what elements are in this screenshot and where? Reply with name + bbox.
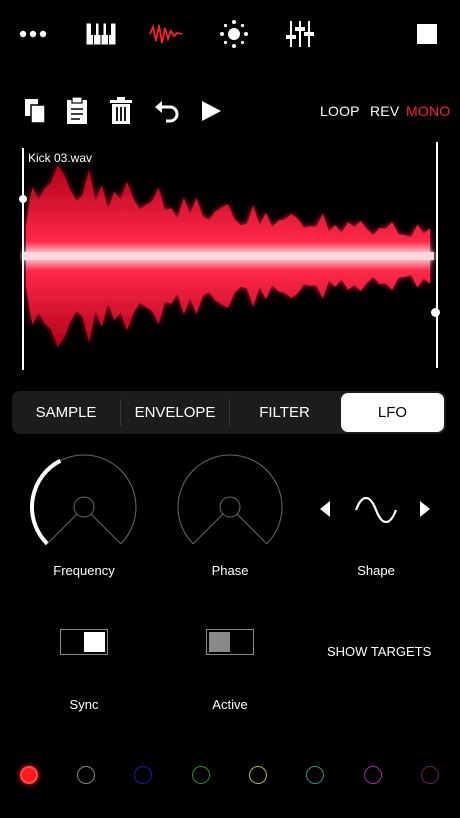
waveform-core bbox=[22, 252, 434, 260]
sync-label: Sync bbox=[69, 697, 99, 712]
color-swatch[interactable] bbox=[20, 766, 38, 784]
knob-center bbox=[73, 496, 95, 518]
knob-track bbox=[177, 454, 283, 545]
play-icon[interactable] bbox=[198, 96, 224, 126]
tab-sample[interactable]: SAMPLE bbox=[12, 391, 120, 434]
active-toggle-knob bbox=[209, 632, 230, 652]
knob-value-arc bbox=[29, 458, 62, 546]
color-swatch[interactable] bbox=[421, 766, 439, 784]
stop-icon[interactable] bbox=[414, 18, 440, 50]
knob-max-line bbox=[90, 513, 122, 545]
active-label: Active bbox=[212, 697, 248, 712]
tab-filter[interactable]: FILTER bbox=[230, 391, 339, 434]
color-swatch[interactable] bbox=[77, 766, 95, 784]
color-swatch[interactable] bbox=[249, 766, 267, 784]
active-toggle[interactable] bbox=[206, 629, 254, 655]
waveform-icon[interactable] bbox=[148, 18, 184, 50]
sync-toggle[interactable] bbox=[60, 629, 108, 655]
tab-envelope[interactable]: ENVELOPE bbox=[121, 391, 229, 434]
knob-center bbox=[219, 496, 241, 518]
undo-icon[interactable] bbox=[153, 96, 181, 126]
loop-button[interactable]: LOOP bbox=[320, 103, 360, 119]
phase-label: Phase bbox=[211, 563, 249, 578]
frequency-knob-dial bbox=[29, 454, 137, 546]
waveform-view[interactable]: Kick 03.wav bbox=[19, 140, 440, 372]
start-marker[interactable] bbox=[22, 148, 24, 370]
mixer-icon[interactable] bbox=[284, 18, 316, 50]
knob-min-line bbox=[192, 513, 224, 545]
shape-next-icon[interactable] bbox=[418, 500, 432, 523]
knob-max-line bbox=[236, 513, 268, 545]
paste-icon[interactable] bbox=[64, 96, 90, 126]
color-swatch[interactable] bbox=[192, 766, 210, 784]
color-swatch[interactable] bbox=[134, 766, 152, 784]
more-icon[interactable] bbox=[18, 18, 48, 50]
color-swatch[interactable] bbox=[364, 766, 382, 784]
waveform-graph bbox=[22, 165, 434, 347]
show-targets-button[interactable]: SHOW TARGETS bbox=[327, 644, 431, 659]
copy-icon[interactable] bbox=[22, 96, 48, 126]
tab-bar: SAMPLE ENVELOPE FILTER LFO bbox=[12, 391, 446, 434]
delete-icon[interactable] bbox=[108, 96, 134, 126]
phase-knob-dial bbox=[177, 454, 283, 545]
color-swatch[interactable] bbox=[306, 766, 324, 784]
settings-icon[interactable] bbox=[218, 18, 250, 50]
sync-toggle-knob bbox=[84, 632, 105, 652]
end-marker-handle[interactable] bbox=[431, 308, 440, 317]
start-marker-handle[interactable] bbox=[19, 195, 27, 203]
shape-label: Shape bbox=[357, 563, 395, 578]
keyboard-icon[interactable] bbox=[85, 18, 117, 50]
knob-min-line bbox=[46, 513, 78, 545]
shape-prev-icon[interactable] bbox=[318, 500, 332, 523]
file-name: Kick 03.wav bbox=[28, 151, 93, 165]
sine-wave-icon bbox=[354, 496, 398, 528]
phase-knob[interactable] bbox=[174, 454, 286, 554]
mono-button[interactable]: MONO bbox=[406, 103, 450, 119]
frequency-label: Frequency bbox=[53, 563, 115, 578]
frequency-knob[interactable] bbox=[28, 454, 140, 554]
reverse-button[interactable]: REV bbox=[370, 103, 399, 119]
tab-lfo[interactable]: LFO bbox=[341, 393, 444, 432]
end-marker[interactable] bbox=[436, 142, 438, 368]
